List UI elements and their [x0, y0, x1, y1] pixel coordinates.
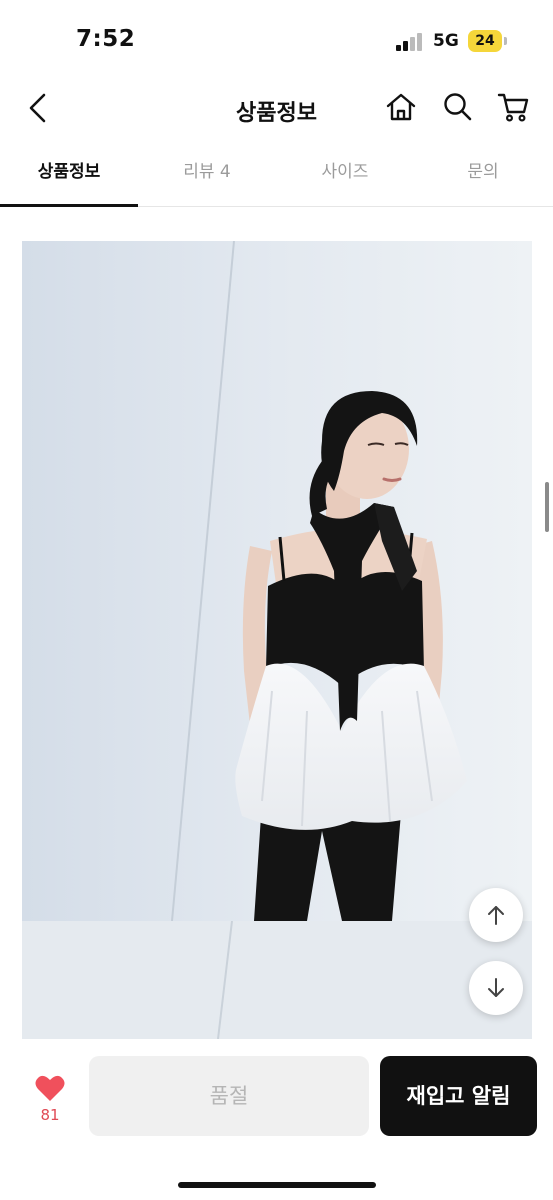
tab-reviews[interactable]: 리뷰 4 — [138, 140, 276, 206]
like-button[interactable]: 81 — [28, 1068, 72, 1128]
cart-button[interactable] — [497, 90, 531, 124]
scrollbar[interactable] — [545, 482, 549, 532]
search-icon — [444, 93, 472, 121]
home-button[interactable] — [384, 90, 418, 124]
scroll-down-button[interactable] — [469, 961, 523, 1015]
product-photo-next-illustration — [22, 921, 532, 1039]
home-icon — [386, 93, 416, 121]
scroll-up-button[interactable] — [469, 888, 523, 942]
network-label: 5G — [433, 31, 459, 51]
product-photo — [22, 241, 532, 921]
search-button[interactable] — [441, 90, 475, 124]
like-count: 81 — [40, 1106, 60, 1124]
cart-icon — [497, 93, 529, 122]
product-photo-next — [22, 921, 532, 1039]
tab-inquiry[interactable]: 문의 — [414, 140, 552, 206]
arrow-down-icon — [488, 978, 504, 997]
tab-label: 사이즈 — [321, 162, 369, 182]
battery-nub — [504, 37, 507, 45]
tab-bar: 상품정보 리뷰 4 사이즈 문의 — [0, 140, 553, 207]
arrow-up-icon — [488, 906, 504, 925]
tab-active-indicator — [0, 204, 138, 207]
restock-alert-button[interactable]: 재입고 알림 — [380, 1056, 537, 1136]
soldout-button: 품절 — [89, 1056, 369, 1136]
tab-label: 리뷰 4 — [183, 162, 231, 182]
tab-product-info[interactable]: 상품정보 — [0, 140, 138, 207]
status-bar: 7:52 5G 24 — [0, 0, 553, 78]
home-indicator — [178, 1182, 376, 1188]
heart-icon — [35, 1075, 65, 1101]
product-photo-illustration — [22, 241, 532, 921]
tab-label: 상품정보 — [37, 162, 101, 182]
tab-size[interactable]: 사이즈 — [276, 140, 414, 206]
bottom-action-bar: 81 품절 재입고 알림 — [0, 1040, 553, 1200]
signal-icon — [396, 33, 426, 51]
tab-label: 문의 — [467, 162, 499, 182]
app-header: 상품정보 — [0, 78, 553, 140]
battery-icon: 24 — [468, 30, 502, 52]
status-time: 7:52 — [76, 26, 136, 52]
